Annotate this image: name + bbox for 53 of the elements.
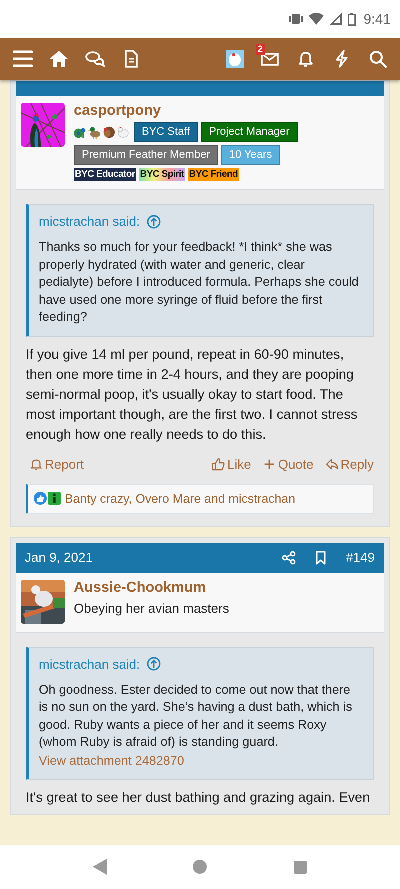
share-icon[interactable] [282,550,296,564]
menu-icon[interactable] [13,50,33,68]
award-badge: BYC Friend [188,168,239,181]
like-link[interactable]: Like [212,456,252,472]
post-date[interactable]: Jan 9, 2021 [25,550,93,565]
quote-author[interactable]: micstrachan said: [39,656,140,672]
arrow-up-icon[interactable] [147,214,162,228]
back-icon[interactable] [93,859,108,875]
quote-text: Thanks so much for your feedback! *I think* she was properly hydrated (with water and generic, clear pedialyte) before I introduced formula. Perhaps she could have used one more syringe of fluid before the first feeding? [39,239,360,326]
bell-icon [30,458,43,470]
turkey-icon [102,126,115,138]
notification-badge: 2 [256,44,266,55]
username[interactable]: Aussie-Chookmum [74,580,230,596]
recents-icon[interactable] [294,860,307,874]
quote-link[interactable]: Quote [263,456,314,472]
info-reaction-icon [48,492,61,505]
wifi-icon [308,13,324,25]
award-badge: BYC Educator [74,168,136,181]
user-banner: Premium Feather Member [74,145,218,165]
home-icon[interactable] [49,50,69,68]
search-icon[interactable] [368,50,388,68]
quote-author[interactable]: micstrachan said: [39,214,140,229]
arrow-up-icon[interactable] [147,657,162,671]
report-link[interactable]: Report [30,456,84,472]
award-badge: BYC Spirit [139,168,186,181]
peacock-icon [74,126,87,138]
reply-link[interactable]: Reply [326,456,374,472]
username[interactable]: casportpony [74,103,304,119]
chat-icon[interactable] [85,50,105,68]
user-title: Obeying her avian masters [74,600,230,616]
clock: 9:41 [364,11,391,27]
envelope-icon[interactable] [260,50,280,68]
plus-icon [263,458,276,470]
vibrate-icon [288,13,303,25]
battery-icon [348,12,356,26]
user-banner: 10 Years [221,145,280,165]
home-button-icon[interactable] [193,860,208,874]
reaction-names[interactable]: Banty crazy, Overo Mare and micstrachan [65,492,296,506]
user-banner: BYC Staff [134,122,198,142]
quote-text: Oh goodness. Ester decided to come out now that there is no sun on the yard. She’s having a dust bath, which is good. Ruby wants a piece of her and it seems Roxy (whom Ruby is afraid of) is standing guard. [39,682,354,751]
chicken-icon [116,126,129,138]
attachment-link[interactable]: View attachment 2482870 [39,752,184,768]
reply-arrow-icon [326,458,339,470]
post-number[interactable]: #149 [346,550,375,565]
duck-icon [88,126,101,138]
thumbs-up-icon [212,458,226,470]
user-banner: Project Manager [201,122,298,142]
like-reaction-icon [34,492,47,505]
signal-icon [330,13,342,25]
post-text: If you give 14 ml per pound, repeat in 60-90 minutes, then one more time in 2-4 hours, and they are pooping semi-normal poop, it's usually okay to start food. The most important though, are the first two. I cannot stress enough how one really needs to do this. [26,346,359,444]
bookmark-icon[interactable] [314,550,328,564]
post-text: It's great to see her dust bathing and grazing again. Even [26,788,372,807]
bell-icon[interactable] [296,50,316,68]
